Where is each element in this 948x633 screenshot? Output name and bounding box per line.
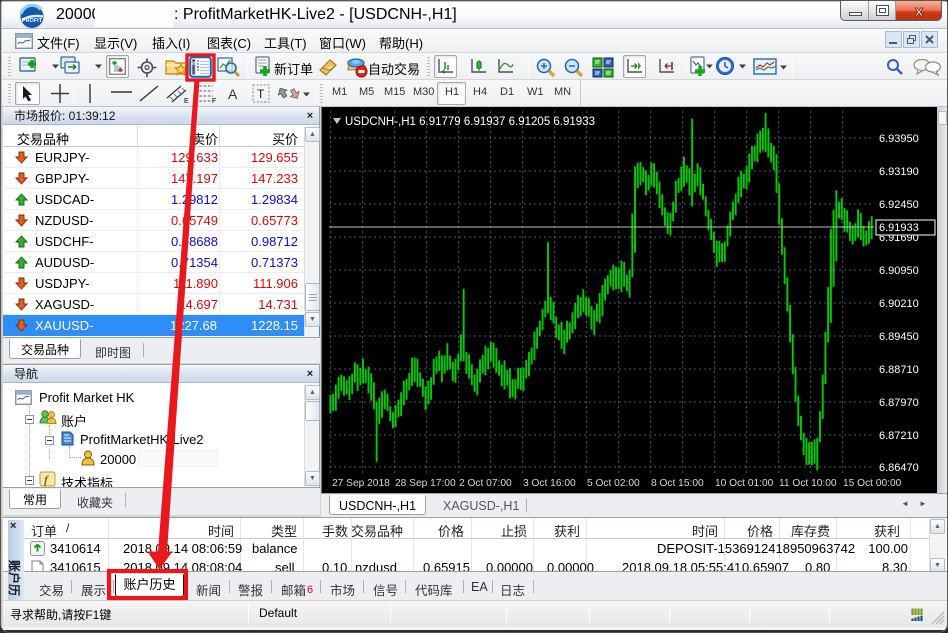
svg-text:6.90210: 6.90210: [879, 298, 919, 310]
svg-text:6.87970: 6.87970: [879, 397, 919, 409]
svg-text:6.89450: 6.89450: [879, 331, 919, 343]
svg-text:USDCNH-,H1 6.91779 6.91937 6.: USDCNH-,H1 6.91779 6.91937 6.91205 6.919…: [345, 116, 595, 128]
svg-text:11 Oct 10:00: 11 Oct 10:00: [779, 478, 837, 489]
svg-text:6.88710: 6.88710: [879, 364, 919, 376]
svg-text:x: x: [915, 3, 924, 19]
svg-text:PROFIT: PROFIT: [22, 18, 43, 24]
svg-text:6.93950: 6.93950: [879, 133, 919, 145]
svg-text:6.90950: 6.90950: [879, 265, 919, 277]
svg-text:15 Oct 00:00: 15 Oct 00:00: [843, 478, 902, 489]
svg-text:T: T: [257, 87, 265, 101]
svg-text:6.87210: 6.87210: [879, 430, 919, 442]
svg-text:2 Oct 07:00: 2 Oct 07:00: [459, 478, 512, 489]
svg-text:6.92450: 6.92450: [879, 199, 919, 211]
svg-text:3 Oct 16:00: 3 Oct 16:00: [523, 478, 576, 489]
svg-text:28 Sep 17:00: 28 Sep 17:00: [395, 478, 456, 489]
svg-text:6.91933: 6.91933: [879, 222, 919, 234]
svg-text:8 Oct 15:00: 8 Oct 15:00: [651, 478, 704, 489]
svg-text:6.86470: 6.86470: [879, 462, 919, 474]
svg-text:F: F: [212, 98, 216, 104]
svg-text:5 Oct 02:00: 5 Oct 02:00: [587, 478, 640, 489]
svg-text:6.93190: 6.93190: [879, 166, 919, 178]
svg-text:E: E: [184, 98, 189, 104]
svg-text:27 Sep 2018: 27 Sep 2018: [332, 478, 390, 489]
svg-text:10 Oct 01:00: 10 Oct 01:00: [715, 478, 774, 489]
